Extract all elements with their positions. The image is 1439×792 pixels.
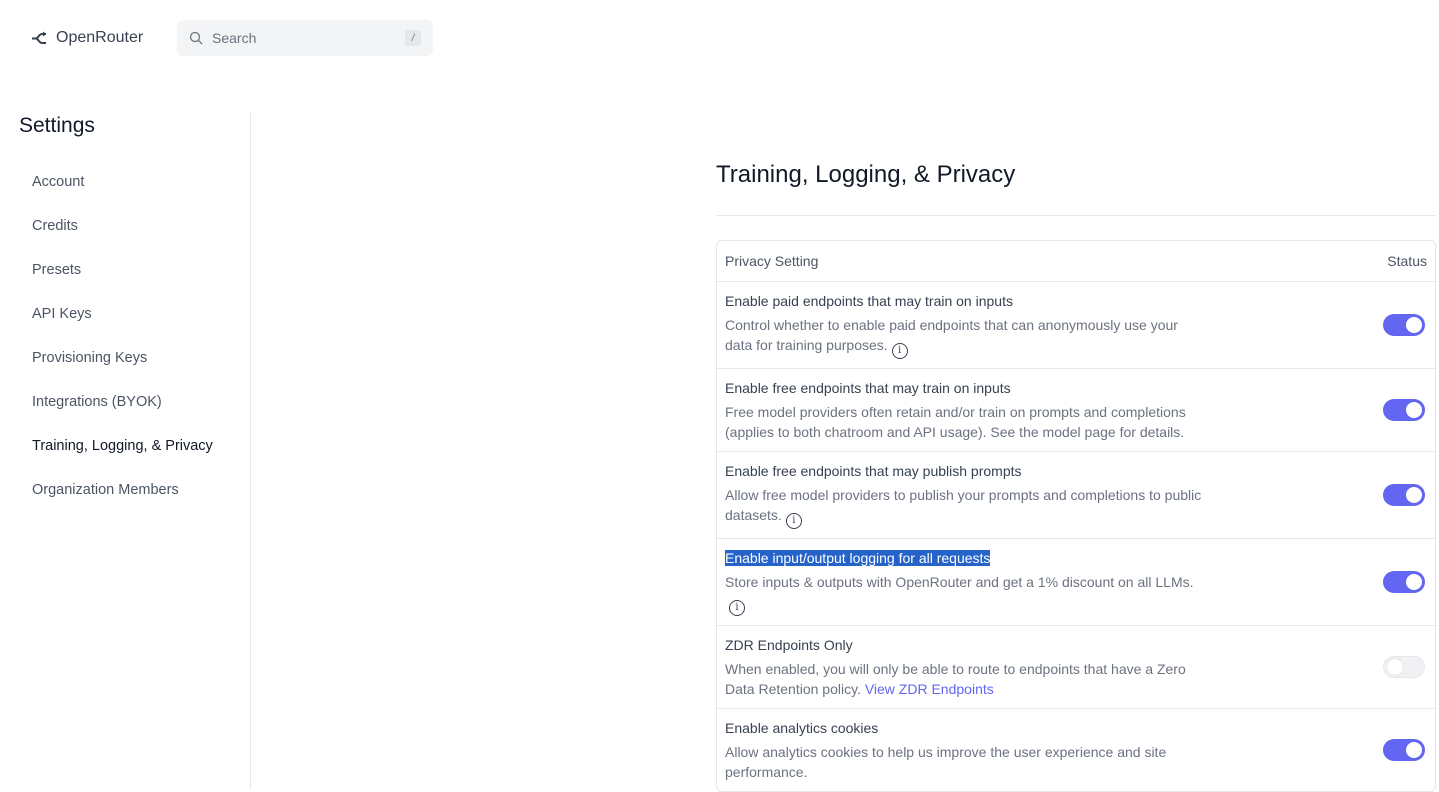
sidebar-item-organization-members[interactable]: Organization Members	[32, 480, 213, 524]
sidebar-item-account[interactable]: Account	[32, 172, 213, 216]
sidebar-item-provisioning-keys[interactable]: Provisioning Keys	[32, 348, 213, 392]
info-icon[interactable]: i	[729, 600, 745, 616]
search-input[interactable]: Search	[212, 30, 405, 46]
table-header: Privacy Setting Status	[717, 241, 1435, 282]
setting-title: Enable free endpoints that may publish p…	[725, 463, 1022, 479]
sidebar-item-credits[interactable]: Credits	[32, 216, 213, 260]
toggle-free-train[interactable]	[1383, 399, 1425, 421]
setting-title: ZDR Endpoints Only	[725, 637, 853, 653]
view-zdr-endpoints-link[interactable]: View ZDR Endpoints	[865, 681, 994, 697]
setting-description: Control whether to enable paid endpoints…	[725, 317, 1178, 353]
search-icon	[189, 31, 203, 45]
table-row: ZDR Endpoints Only When enabled, you wil…	[717, 626, 1435, 709]
toggle-io-logging[interactable]	[1383, 571, 1425, 593]
sidebar-item-api-keys[interactable]: API Keys	[32, 304, 213, 348]
info-icon[interactable]: i	[891, 343, 908, 359]
toggle-zdr-only[interactable]	[1383, 656, 1425, 678]
top-header: OpenRouter Search /	[0, 0, 1439, 76]
logo[interactable]: OpenRouter	[31, 27, 143, 49]
settings-sidebar: Settings Account Credits Presets API Key…	[0, 112, 251, 790]
setting-description: Free model providers often retain and/or…	[725, 404, 1186, 440]
privacy-settings-table: Privacy Setting Status Enable paid endpo…	[716, 240, 1436, 792]
sidebar-item-integrations[interactable]: Integrations (BYOK)	[32, 392, 213, 436]
main-content: Training, Logging, & Privacy Privacy Set…	[716, 150, 1436, 792]
table-row: Enable paid endpoints that may train on …	[717, 282, 1435, 369]
setting-description: Allow analytics cookies to help us impro…	[725, 744, 1167, 780]
settings-nav: Account Credits Presets API Keys Provisi…	[32, 172, 213, 524]
table-row: Enable analytics cookies Allow analytics…	[717, 709, 1435, 791]
search-bar[interactable]: Search /	[177, 20, 433, 56]
toggle-paid-train[interactable]	[1383, 314, 1425, 336]
page-title: Training, Logging, & Privacy	[716, 161, 1016, 188]
setting-title: Enable input/output logging for all requ…	[725, 550, 991, 566]
setting-title: Enable free endpoints that may train on …	[725, 380, 1011, 396]
divider	[716, 215, 1436, 216]
openrouter-logo-icon	[32, 31, 47, 44]
column-header-status: Status	[1387, 253, 1427, 269]
setting-description: Store inputs & outputs with OpenRouter a…	[725, 574, 1194, 590]
sidebar-title: Settings	[19, 114, 95, 137]
setting-title: Enable paid endpoints that may train on …	[725, 293, 1013, 309]
sidebar-item-presets[interactable]: Presets	[32, 260, 213, 304]
table-row: Enable free endpoints that may train on …	[717, 369, 1435, 452]
info-icon[interactable]: i	[785, 513, 802, 529]
toggle-free-publish[interactable]	[1383, 484, 1425, 506]
app-name: OpenRouter	[56, 29, 144, 46]
column-header-setting: Privacy Setting	[725, 253, 819, 269]
sidebar-item-privacy[interactable]: Training, Logging, & Privacy	[32, 436, 213, 480]
table-row: Enable free endpoints that may publish p…	[717, 452, 1435, 539]
search-shortcut-key: /	[405, 30, 421, 46]
table-row: Enable input/output logging for all requ…	[717, 539, 1435, 626]
setting-title: Enable analytics cookies	[725, 720, 879, 736]
toggle-analytics-cookies[interactable]	[1383, 739, 1425, 761]
